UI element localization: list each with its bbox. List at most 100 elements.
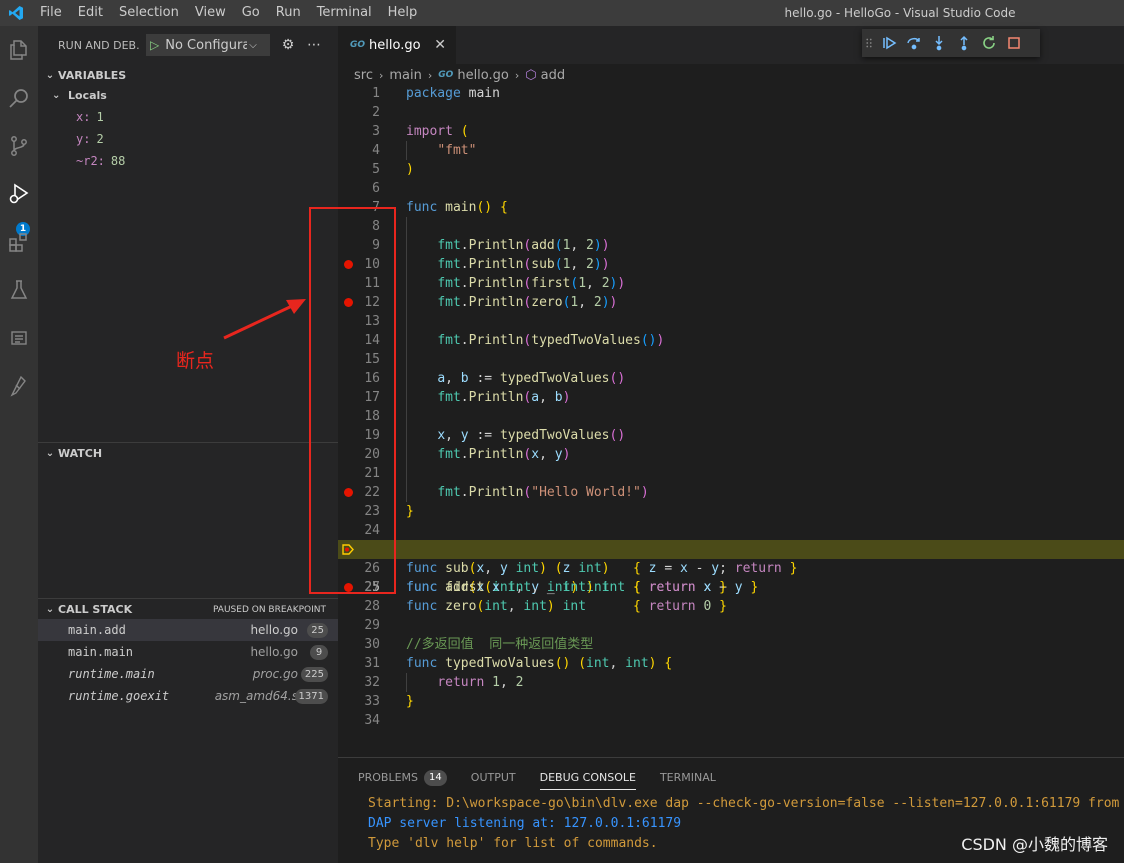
breadcrumb-item[interactable]: add [541,68,565,83]
code-line[interactable]: 7 func main() { [338,198,1124,217]
callstack-section-header[interactable]: ⌄ CALL STACK PAUSED ON BREAKPOINT [38,598,338,620]
breakpoint-annotation-box [309,207,396,594]
run-debug-icon[interactable] [0,174,38,214]
tab-output[interactable]: OUTPUT [471,766,516,790]
menu-terminal[interactable]: Terminal [309,0,380,26]
code-editor[interactable]: 1 package main 2 3 import ( 4 "fmt" 5) 6 7… [338,84,1124,757]
menu-bar: File Edit Selection View Go Run Terminal… [32,0,425,26]
code-line[interactable]: 18 [338,407,1124,426]
code-line[interactable]: 26 func sub(x, y int) (z int) { z = x - y… [338,559,1124,578]
code-line[interactable]: 15 [338,350,1124,369]
output-icon[interactable] [0,318,38,358]
code-line[interactable]: 12 fmt.Println(zero(1, 2)) [338,293,1124,312]
line-number: 5 [372,162,380,177]
breadcrumb-item[interactable]: src [354,68,373,83]
debug-config-dropdown[interactable]: ▷ No Configurat ⌵ [146,34,270,56]
menu-help[interactable]: Help [380,0,426,26]
variables-title: VARIABLES [58,68,127,82]
menu-edit[interactable]: Edit [70,0,111,26]
stack-frame[interactable]: main.add hello.go 25 [38,619,338,641]
variable-value: 1 [96,110,104,124]
code-line[interactable]: 17 fmt.Println(a, b) [338,388,1124,407]
activity-bar: 1 [0,26,38,863]
code-line[interactable]: 28 func zero(int, int) int { return 0 } [338,597,1124,616]
restart-icon[interactable] [976,29,1001,57]
vscode-logo-icon [0,0,32,26]
code-line[interactable]: 3 import ( [338,122,1124,141]
code-line[interactable]: 33} [338,692,1124,711]
code-line[interactable]: 6 [338,179,1124,198]
stop-icon[interactable] [1001,29,1026,57]
code-line[interactable]: 23} [338,502,1124,521]
code-line[interactable]: 22 fmt.Println("Hello World!") [338,483,1124,502]
menu-selection[interactable]: Selection [111,0,187,26]
code-line[interactable]: 29 [338,616,1124,635]
menu-go[interactable]: Go [234,0,268,26]
code-line[interactable]: 24 [338,521,1124,540]
paused-status: PAUSED ON BREAKPOINT [212,604,326,615]
code-line[interactable]: 4 "fmt" [338,141,1124,160]
code-line[interactable]: 19 x, y := typedTwoValues() [338,426,1124,445]
locals-scope[interactable]: ⌄ Locals [38,84,338,106]
breadcrumb-item[interactable]: hello.go [457,68,509,83]
variable-value: 2 [96,132,104,146]
drag-handle-icon[interactable] [862,29,876,57]
tab-terminal[interactable]: TERMINAL [660,766,716,790]
code-line[interactable]: 34 [338,711,1124,730]
code-line[interactable]: 31 func typedTwoValues() (int, int) { [338,654,1124,673]
code-line[interactable]: 13 [338,312,1124,331]
menu-view[interactable]: View [187,0,234,26]
current-code-line[interactable]: 25 func add(x int, y int) int { return x … [338,540,1124,595]
menu-run[interactable]: Run [268,0,309,26]
annotation-arrow-icon [223,299,306,340]
step-out-icon[interactable] [951,29,976,57]
code-line[interactable]: 9 fmt.Println(add(1, 2)) [338,236,1124,255]
search-icon[interactable] [0,78,38,118]
code-line[interactable]: 20 fmt.Println(x, y) [338,445,1124,464]
code-line[interactable]: 27 func first(x int, _ int) int { return … [338,578,1124,597]
tab-debug-console[interactable]: DEBUG CONSOLE [539,766,636,790]
stack-frame[interactable]: main.main hello.go 9 [38,641,338,663]
files-icon[interactable] [0,30,38,70]
variables-section-header[interactable]: ⌄ VARIABLES [38,64,338,86]
code-line[interactable]: 11 fmt.Println(first(1, 2)) [338,274,1124,293]
code-line[interactable]: 21 [338,464,1124,483]
more-actions-icon[interactable]: ⋯ [306,37,322,53]
testing-icon[interactable] [0,270,38,310]
code-line[interactable]: 30 //多返回值 同一种返回值类型 [338,635,1124,654]
step-over-icon[interactable] [901,29,926,57]
frame-file: hello.go [250,623,298,637]
line-number: 2 [372,105,380,120]
code-line[interactable]: 5) [338,160,1124,179]
frame-function: main.add [68,623,126,637]
code-line[interactable]: 16 a, b := typedTwoValues() [338,369,1124,388]
extensions-icon[interactable] [0,222,38,262]
code-line[interactable]: 10 fmt.Println(sub(1, 2)) [338,255,1124,274]
frame-file: asm_amd64.s [214,689,298,703]
continue-icon[interactable] [876,29,901,57]
step-into-icon[interactable] [926,29,951,57]
variable-value: 88 [110,154,126,168]
code-line[interactable]: 14 fmt.Println(typedTwoValues()) [338,331,1124,350]
tab-hello-go[interactable]: GO hello.go ✕ [338,26,456,64]
code-line[interactable]: 1 package main [338,84,1124,103]
close-icon[interactable]: ✕ [434,37,446,53]
flask-icon[interactable] [0,366,38,406]
variable-row[interactable]: ~r2: 88 [38,150,338,172]
tab-problems[interactable]: PROBLEMS 14 [358,766,447,790]
menu-file[interactable]: File [32,0,70,26]
code-line[interactable]: 32 return 1, 2 [338,673,1124,692]
code-line[interactable]: 8 [338,217,1124,236]
variable-row[interactable]: y: 2 [38,128,338,150]
tab-label: TERMINAL [659,771,716,784]
source-control-icon[interactable] [0,126,38,166]
variable-row[interactable]: x: 1 [38,106,338,128]
start-debug-icon[interactable]: ▷ [150,38,159,52]
variable-name: y: [76,132,91,146]
stack-frame[interactable]: runtime.main proc.go 225 [38,663,338,685]
code-line[interactable]: 2 [338,103,1124,122]
stack-frame[interactable]: runtime.goexit asm_amd64.s 1371 [38,685,338,707]
breadcrumb-item[interactable]: main [389,68,421,83]
gear-icon[interactable]: ⚙ [280,37,296,53]
watch-section-header[interactable]: ⌄ WATCH [38,442,338,464]
